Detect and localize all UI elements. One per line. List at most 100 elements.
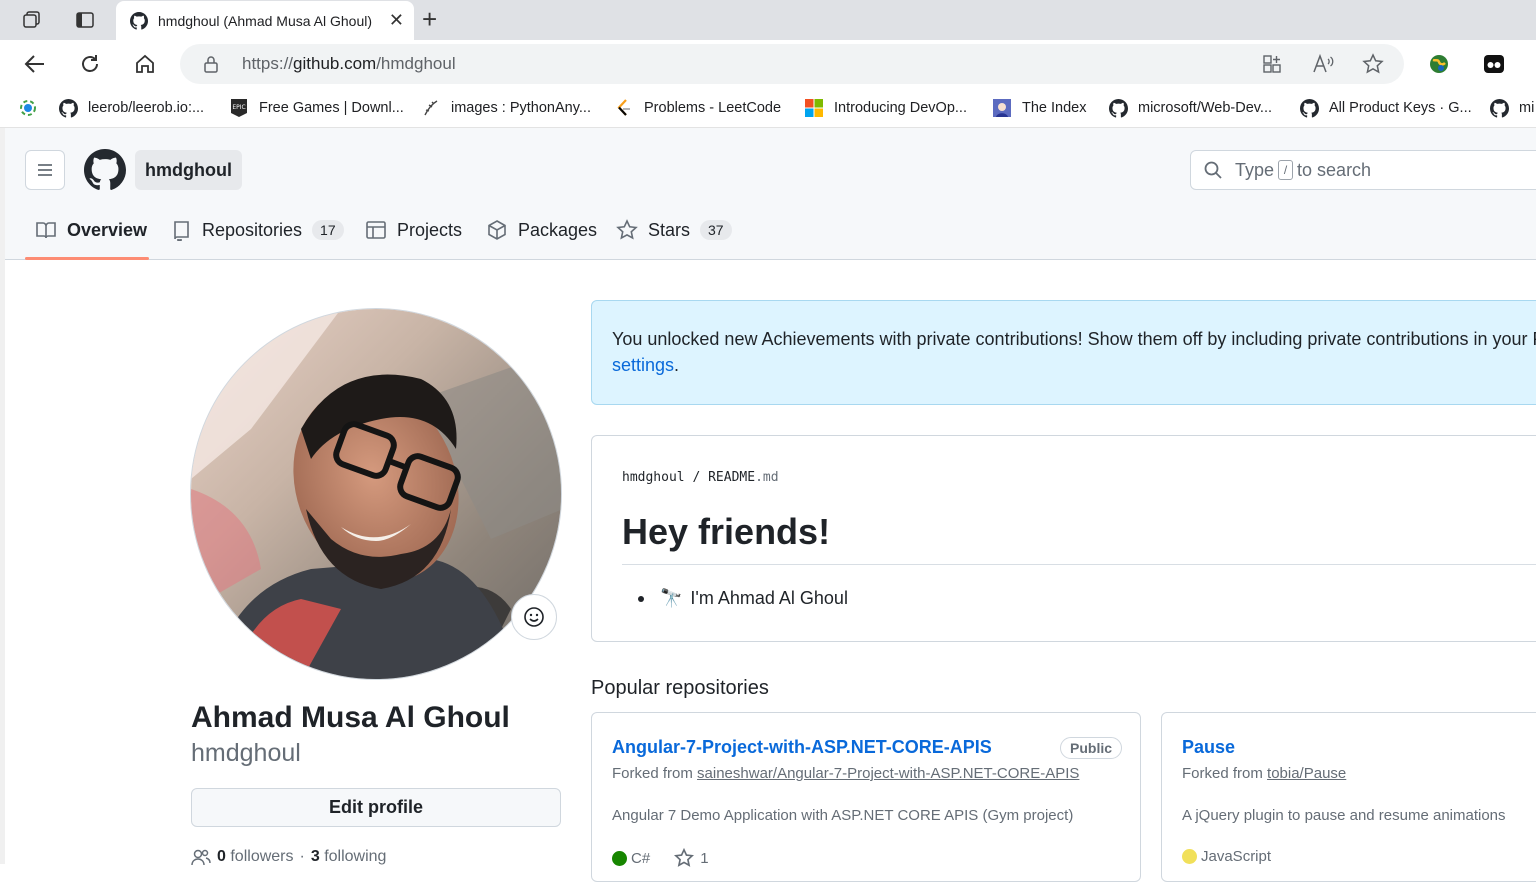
repo-meta: JavaScript [1182,848,1271,865]
table-icon [365,219,387,241]
tab-label: Overview [67,219,148,240]
profile-username: hmdghoul [191,739,301,767]
bookmark-label: mi [1519,100,1535,116]
forked-from-link[interactable]: tobia/Pause [1267,765,1346,782]
home-icon[interactable] [131,50,159,78]
search-shortcut-key: / [1278,160,1294,180]
tab-projects[interactable]: Projects [365,214,462,246]
context-username-link[interactable]: hmdghoul [135,150,242,190]
close-tab-icon[interactable]: ✕ [389,10,404,31]
pinwheel-icon [18,98,38,118]
repositories-count: 17 [312,220,344,240]
leetcode-icon [614,98,634,118]
achievements-flash-banner: You unlocked new Achievements with priva… [591,300,1536,405]
readme-owner-link[interactable]: hmdghoul [622,470,685,485]
readme-file-link[interactable]: README.md [708,470,778,485]
github-page: hmdghoul Type / to search Overview Repos… [0,128,1536,882]
tab-packages[interactable]: Packages [486,214,597,246]
bookmark-label: Free Games | Downl... [259,100,404,116]
python-feather-icon [421,98,441,118]
avatar[interactable] [190,308,562,680]
settings-link[interactable]: settings [612,355,674,375]
bullet [638,595,644,602]
favorite-star-icon[interactable] [1362,53,1384,75]
readme-path-separator: / [692,470,701,485]
repo-language: JavaScript [1201,848,1272,865]
bookmark-app-icon[interactable] [18,96,48,120]
forked-from: Forked from saineshwar/Angular-7-Project… [612,765,1080,782]
forked-from-link[interactable]: saineshwar/Angular-7-Project-with-ASP.NE… [697,765,1079,782]
repo-description: Angular 7 Demo Application with ASP.NET … [612,807,1074,824]
tab-actions-icon[interactable] [70,5,100,35]
search-input[interactable]: Type / to search [1190,150,1536,190]
tab-repositories[interactable]: Repositories 17 [170,214,344,246]
tab-label: Projects [397,219,463,240]
menu-button[interactable] [25,150,65,190]
back-icon[interactable] [21,50,49,78]
bookmark-label: leerob/leerob.io:... [88,100,205,116]
bookmark-the-index[interactable]: The Index [992,96,1087,120]
bookmark-pythonanywhere[interactable]: images : PythonAny... [421,96,591,120]
readme-divider [622,564,1536,565]
url-text: https://github.com/hmdghoul [242,54,456,73]
address-bar[interactable]: https://github.com/hmdghoul [180,44,1404,84]
app-available-icon[interactable] [1262,54,1282,74]
workspaces-icon[interactable] [17,5,47,35]
active-tab[interactable]: hmdghoul (Ahmad Musa Al Ghoul) ✕ [116,1,414,40]
bookmark-devops[interactable]: Introducing DevOp... [804,96,967,120]
extension-app-icon[interactable] [1480,50,1508,78]
repo-card: Angular-7-Project-with-ASP.NET-CORE-APIS… [591,712,1141,882]
bookmarks-bar: leerob/leerob.io:... EPIC Free Games | D… [0,88,1536,128]
tab-stars[interactable]: Stars 37 [616,214,732,246]
readme-card: hmdghoul / README.md Hey friends! 🔭 I'm … [591,435,1536,642]
new-tab-icon[interactable]: + [422,6,437,32]
visibility-badge: Public [1060,737,1123,759]
search-placeholder-suffix: to search [1297,159,1372,180]
anime-avatar-icon [992,98,1012,118]
following-link[interactable]: 3 following [311,848,387,866]
follow-stats: 0 followers · 3 following [191,848,386,866]
readme-list-item: 🔭 I'm Ahmad Al Ghoul [638,588,848,609]
tab-overview[interactable]: Overview [35,214,147,246]
github-logo-icon[interactable] [84,149,126,191]
tab-label: Repositories [202,219,303,240]
bookmark-leetcode[interactable]: Problems - LeetCode [614,96,781,120]
bookmark-free-games[interactable]: EPIC Free Games | Downl... [229,96,404,120]
repo-meta: C# 1 [612,848,709,868]
browser-toolbar: https://github.com/hmdghoul [0,40,1536,88]
star-icon[interactable] [674,848,695,868]
repo-name-link[interactable]: Pause [1182,737,1235,758]
readme-path: hmdghoul / README.md [622,470,779,485]
github-icon [1299,98,1319,118]
github-icon [1108,98,1128,118]
extension-globe-icon[interactable] [1425,50,1453,78]
avatar-photo [191,309,561,679]
bookmark-overflow[interactable]: mi [1489,96,1534,120]
bookmark-label: All Product Keys · G... [1329,100,1472,116]
lock-icon[interactable] [202,55,220,73]
bookmark-product-keys[interactable]: All Product Keys · G... [1299,96,1472,120]
github-icon [58,98,78,118]
readme-list-text: I'm Ahmad Al Ghoul [690,588,848,608]
followers-link[interactable]: 0 followers [217,848,294,866]
repo-description: A jQuery plugin to pause and resume anim… [1182,807,1506,824]
refresh-icon[interactable] [76,50,104,78]
bookmark-label: images : PythonAny... [451,100,591,116]
bookmark-web-dev[interactable]: microsoft/Web-Dev... [1108,96,1272,120]
read-aloud-icon[interactable] [1312,54,1334,74]
tab-title: hmdghoul (Ahmad Musa Al Ghoul) [158,12,372,29]
edit-profile-button[interactable]: Edit profile [191,788,561,827]
bookmark-leerob[interactable]: leerob/leerob.io:... [58,96,204,120]
bookmark-label: microsoft/Web-Dev... [1138,100,1273,116]
tab-label: Packages [518,219,598,240]
star-icon [616,219,638,241]
repo-name-link[interactable]: Angular-7-Project-with-ASP.NET-CORE-APIS [612,737,992,758]
language-color-dot [1182,849,1197,864]
microsoft-logo-icon [804,98,824,118]
github-header: hmdghoul Type / to search Overview Repos… [5,128,1536,260]
language-color-dot [612,850,627,866]
people-icon [191,849,211,866]
follow-separator: · [299,848,305,865]
active-tab-underline [25,257,149,260]
set-status-button[interactable] [511,594,557,640]
